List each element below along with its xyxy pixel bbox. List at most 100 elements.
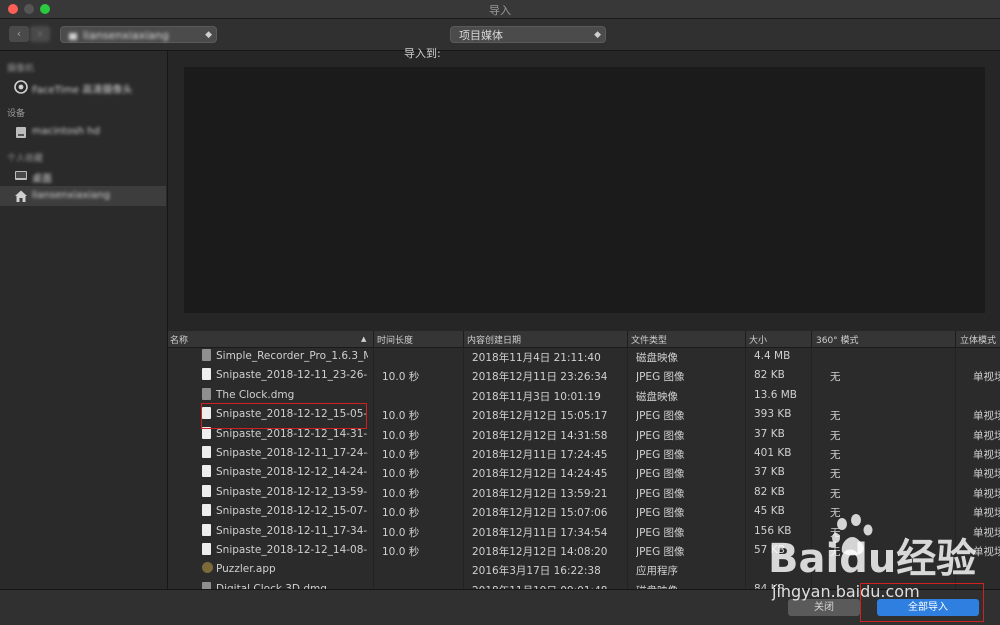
cell-size: 156 KB — [754, 524, 792, 537]
cell-date: 2018年12月12日 14:31:58 — [472, 429, 608, 442]
cell-name: The Clock.dmg — [216, 388, 295, 401]
sort-ascending-icon: ▲ — [361, 335, 367, 343]
sidebar-item-label: FaceTime 高清摄像头 — [32, 85, 133, 96]
app-icon — [202, 562, 213, 574]
sidebar-header-favorites: 个人收藏 — [7, 154, 44, 164]
highlight-box-import-all — [860, 583, 984, 622]
chevron-updown-icon: ◆ — [205, 30, 212, 40]
table-row[interactable]: Snipaste_2018-12-12_14-08-... 10.0 秒 2018年… — [168, 541, 1000, 560]
cell-name: Snipaste_2018-12-11_23-26-... — [216, 369, 368, 382]
table-row[interactable]: Snipaste_2018-12-12_14-24-... 10.0 秒 2018年… — [168, 463, 1000, 482]
file-icon — [202, 446, 211, 458]
cell-date: 2018年11月3日 10:01:19 — [472, 390, 601, 403]
table-row[interactable]: Puzzler.app 2016年3月17日 16:22:38 应用程序 — [168, 560, 1000, 579]
sidebar-item-home[interactable]: liansenxiaxiang — [0, 186, 166, 206]
cell-type: JPEG 图像 — [636, 449, 685, 461]
import-dialog: 导入 ‹ › liansenxiaxiang ◆ 导入到: 项目媒体 ◆ 摄像机… — [0, 0, 1000, 625]
forward-button[interactable]: › — [30, 26, 50, 42]
chevron-left-icon: ‹ — [16, 27, 22, 40]
table-row[interactable]: Snipaste_2018-12-11_17-34-5... 10.0 秒 2018… — [168, 522, 1000, 541]
cell-type: JPEG 图像 — [636, 371, 685, 384]
cell-360-mode: 无 — [830, 371, 841, 384]
cell-stereo-mode: 单视场 — [973, 546, 1000, 558]
column-header-date[interactable]: 内容创建日期 — [467, 333, 521, 346]
cell-360-mode: 无 — [830, 507, 841, 520]
cell-name: Snipaste_2018-12-12_15-07-... — [216, 505, 368, 518]
table-row[interactable]: Snipaste_2018-12-12_15-07-... 10.0 秒 2018年… — [168, 502, 1000, 521]
cell-duration: 10.0 秒 — [382, 526, 420, 539]
cell-name: Puzzler.app — [216, 563, 276, 576]
sidebar-item-facetime-camera[interactable]: FaceTime 高清摄像头 — [0, 77, 166, 97]
file-table[interactable]: 名称 ▲ 时间长度 内容创建日期 文件类型 大小 360° 模式 立体模式 Si… — [168, 331, 1000, 589]
chevron-right-icon: › — [37, 27, 43, 40]
cell-type: JPEG 图像 — [636, 487, 685, 500]
cell-name: Snipaste_2018-12-11_17-34-5... — [216, 524, 368, 537]
column-header-size[interactable]: 大小 — [749, 333, 767, 346]
back-button[interactable]: ‹ — [9, 26, 29, 42]
sidebar-item-label: macintosh hd — [32, 126, 100, 137]
cell-size: 45 KB — [754, 505, 785, 518]
cell-stereo-mode: 单视场 — [973, 468, 1000, 481]
table-row[interactable]: The Clock.dmg 2018年11月3日 10:01:19 磁盘映像 13.6… — [168, 386, 1000, 405]
cell-date: 2018年12月12日 14:24:45 — [472, 468, 608, 481]
cell-duration: 10.0 秒 — [382, 371, 420, 384]
sidebar-item-desktop[interactable]: 桌面 — [0, 166, 166, 186]
cell-360-mode: 无 — [830, 449, 841, 461]
file-icon — [202, 368, 211, 381]
cell-name: Simple_Recorder_Pro_1.6.3_M... — [216, 350, 368, 362]
file-icon — [202, 465, 211, 478]
disk-image-icon — [202, 349, 211, 361]
cell-type: JPEG 图像 — [636, 429, 685, 442]
cell-stereo-mode: 单视场 — [973, 526, 1000, 539]
cell-duration: 10.0 秒 — [382, 410, 420, 423]
title-bar: 导入 — [0, 0, 1000, 19]
cell-360-mode: 无 — [830, 487, 841, 500]
sidebar-item-label: 桌面 — [32, 174, 52, 185]
sidebar-header-devices: 设备 — [7, 109, 26, 119]
cell-size: 37 KB — [754, 427, 785, 440]
disk-image-icon — [202, 581, 211, 589]
table-header: 名称 ▲ 时间长度 内容创建日期 文件类型 大小 360° 模式 立体模式 — [168, 331, 1000, 348]
cell-size: 393 KB — [754, 408, 792, 421]
table-row[interactable]: Snipaste_2018-12-11_17-24-4... 10.0 秒 2018… — [168, 444, 1000, 463]
cell-type: JPEG 图像 — [636, 468, 685, 481]
cell-size: 82 KB — [754, 485, 785, 498]
cell-date: 2018年12月12日 14:08:20 — [472, 546, 608, 558]
camera-icon — [14, 80, 28, 94]
cell-360-mode: 无 — [830, 410, 841, 423]
table-row[interactable]: Simple_Recorder_Pro_1.6.3_M... 2018年11月4日… — [168, 347, 1000, 366]
cell-type: 磁盘映像 — [636, 352, 678, 364]
cell-type: JPEG 图像 — [636, 507, 685, 520]
cell-size: 4.4 MB — [754, 350, 791, 362]
cell-type: JPEG 图像 — [636, 546, 685, 558]
desktop-icon — [15, 171, 27, 180]
highlight-box-selected-file — [201, 403, 367, 429]
disk-icon — [16, 127, 26, 138]
cell-size: 13.6 MB — [754, 388, 797, 401]
sidebar-item-macintosh-hd[interactable]: macintosh hd — [0, 122, 166, 142]
cell-date: 2018年12月11日 23:26:34 — [472, 371, 608, 384]
cell-date: 2018年11月4日 21:11:40 — [472, 352, 601, 364]
column-header-360[interactable]: 360° 模式 — [816, 333, 859, 346]
table-row[interactable]: Snipaste_2018-12-12_13-59-... 10.0 秒 2018年… — [168, 483, 1000, 502]
file-icon — [202, 543, 211, 555]
column-header-duration[interactable]: 时间长度 — [377, 333, 413, 346]
column-header-name[interactable]: 名称 — [170, 333, 188, 346]
cell-size: 401 KB — [754, 447, 792, 459]
close-button[interactable]: 关闭 — [788, 599, 860, 616]
cell-name: Snipaste_2018-12-12_14-31-5... — [216, 427, 368, 440]
table-row[interactable]: Snipaste_2018-12-11_23-26-... 10.0 秒 2018年… — [168, 366, 1000, 385]
sidebar-item-label: liansenxiaxiang — [32, 190, 111, 201]
toolbar: ‹ › liansenxiaxiang ◆ 导入到: 项目媒体 ◆ — [0, 19, 1000, 60]
location-popup[interactable]: liansenxiaxiang ◆ — [60, 26, 217, 43]
cell-date: 2018年12月12日 13:59:21 — [472, 487, 608, 500]
footer-bar: 关闭 全部导入 — [0, 589, 1000, 625]
sidebar-header-cameras: 摄像机 — [7, 64, 35, 74]
cell-type: JPEG 图像 — [636, 526, 685, 539]
file-icon — [202, 523, 211, 536]
column-header-type[interactable]: 文件类型 — [631, 333, 667, 346]
column-header-stereo[interactable]: 立体模式 — [960, 333, 996, 346]
cell-360-mode: 无 — [830, 468, 841, 481]
cell-date: 2018年12月12日 15:07:06 — [472, 507, 608, 520]
import-to-popup[interactable]: 项目媒体 ◆ — [450, 26, 606, 43]
